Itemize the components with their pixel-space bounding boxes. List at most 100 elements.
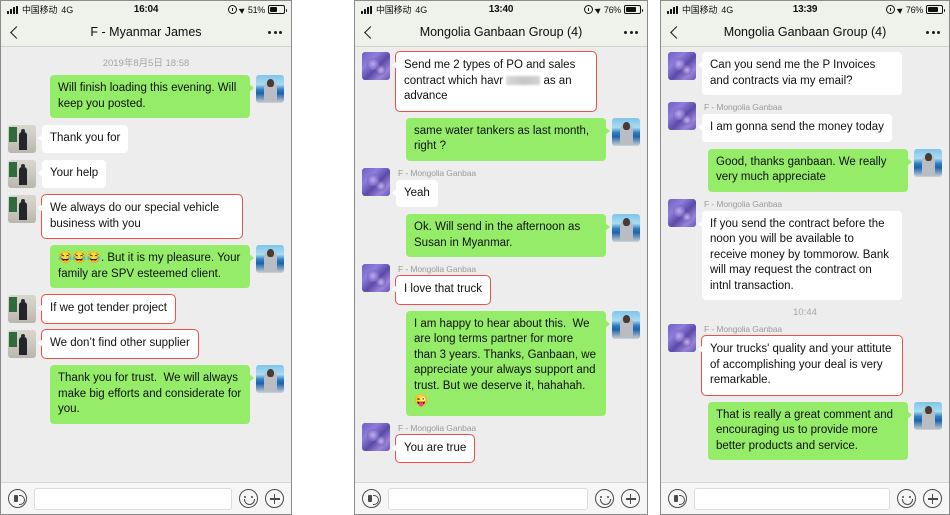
message-bubble[interactable]: I am gonna send the money today (698, 114, 892, 142)
message-input-field[interactable] (34, 487, 232, 510)
sender-name: F - Mongolia Ganbaa (398, 264, 476, 274)
dot (931, 30, 935, 34)
avatar-self (256, 75, 284, 103)
sender-name: F - Mongolia Ganbaa (704, 102, 782, 112)
bubble-wrapper: We always do our special vehicle busines… (38, 194, 243, 239)
message-row: Will finish loading this evening. Will k… (8, 75, 284, 118)
avatar-self (914, 148, 942, 177)
message-bubble[interactable]: Good, thanks ganbaan. We really very muc… (708, 148, 912, 192)
message-row: Thank you for trust. We will always make… (8, 365, 284, 424)
message-bubble[interactable]: Thank you for (37, 125, 129, 153)
bubble-wrapper: same water tankers as last month, right … (406, 117, 610, 161)
message-input-field[interactable] (694, 487, 890, 510)
message-bubble[interactable]: Your trucks' quality and your attitute o… (698, 335, 903, 396)
message-bubble[interactable]: If we got tender project (38, 294, 176, 324)
message-row: 😂😂😂. But it is my pleasure. Your family … (8, 245, 284, 288)
dot (926, 30, 929, 34)
bubble-wrapper: F - Mongolia Ganbaa If you send the contr… (698, 198, 902, 300)
bubble-wrapper: F - Mongolia Ganbaa Your trucks' quality … (698, 324, 903, 396)
dot (629, 30, 633, 34)
message-row: I am happy to hear about this. We are lo… (362, 310, 640, 416)
back-icon[interactable] (364, 25, 377, 39)
emoji-icon[interactable] (595, 489, 614, 508)
message-bubble[interactable]: 😂😂😂. But it is my pleasure. Your family … (50, 245, 254, 288)
message-bubble[interactable]: Ok. Will send in the afternoon as Susan … (406, 214, 610, 257)
date-separator: 2019年8月5日 18:58 (102, 58, 190, 69)
avatar-contact (668, 102, 696, 130)
add-attachment-icon[interactable] (923, 489, 942, 508)
more-options-icon[interactable] (926, 30, 940, 34)
back-icon[interactable] (670, 25, 683, 39)
avatar-head (21, 299, 25, 303)
avatar-contact (362, 264, 390, 292)
emoji-icon[interactable] (897, 489, 916, 508)
bubble-wrapper: F - Mongolia Ganbaa I love that truck (392, 264, 491, 305)
message-bubble[interactable]: If you send the contract before the noon… (698, 210, 902, 300)
add-attachment-icon[interactable] (621, 489, 640, 508)
back-icon[interactable] (10, 25, 23, 39)
battery-icon (624, 5, 643, 14)
message-bubble[interactable]: You are true (391, 433, 476, 463)
battery-percent-label: 51% (247, 4, 265, 15)
dot (624, 30, 627, 34)
navigation-bar: Mongolia Ganbaan Group (4) (355, 18, 647, 47)
avatar-contact (362, 167, 390, 196)
alarm-clock-icon (227, 5, 237, 14)
message-bubble[interactable]: That is really a great comment and encou… (708, 401, 912, 460)
conversation-title: Mongolia Ganbaan Group (4) (723, 25, 887, 39)
message-bubble[interactable]: Thank you for trust. We will always make… (50, 365, 254, 424)
more-options-icon[interactable] (268, 30, 282, 34)
sender-name: F - Mongolia Ganbaa (704, 324, 782, 334)
message-row: Ok. Will send in the afternoon as Susan … (362, 214, 640, 257)
voice-record-icon[interactable] (362, 489, 381, 508)
location-arrow-icon (238, 5, 247, 14)
message-row: F - Mongolia Ganbaa I am gonna send the m… (668, 102, 942, 142)
message-bubble[interactable]: Your help (37, 160, 107, 188)
message-bubble[interactable]: I am happy to hear about this. We are lo… (406, 310, 610, 416)
message-bubble[interactable]: Can you send me the P Invoices and contr… (698, 52, 902, 95)
emoji-icon[interactable] (239, 489, 258, 508)
more-options-icon[interactable] (624, 30, 638, 34)
message-bubble[interactable]: Will finish loading this evening. Will k… (50, 75, 254, 118)
avatar-self (612, 310, 640, 339)
dot (279, 30, 282, 34)
message-bubble[interactable]: I love that truck (392, 275, 491, 305)
message-bubble[interactable]: Send me 2 types of PO and sales contract… (392, 51, 597, 112)
message-list[interactable]: 2019年8月5日 18:58 Will finish loading this … (1, 47, 291, 482)
voice-record-icon[interactable] (668, 489, 687, 508)
message-row: same water tankers as last month, right … (362, 117, 640, 161)
message-input-bar (661, 482, 949, 514)
message-row: Send me 2 types of PO and sales contract… (362, 51, 640, 112)
message-row: Thank you for (8, 125, 284, 153)
sender-name: F - Mongolia Ganbaa (704, 198, 782, 209)
message-input-field[interactable] (388, 487, 588, 510)
message-bubble[interactable]: Yeah (392, 179, 438, 207)
avatar-self (256, 245, 284, 273)
bubble-wrapper: F - Mongolia Ganbaa I am gonna send the m… (698, 102, 892, 142)
avatar-head (21, 199, 25, 203)
dot (937, 30, 940, 34)
message-list[interactable]: Can you send me the P Invoices and contr… (661, 47, 949, 482)
dot (635, 30, 638, 34)
add-attachment-icon[interactable] (265, 489, 284, 508)
message-input-bar (355, 482, 647, 514)
battery-percent-label: 76% (905, 4, 923, 15)
message-bubble[interactable]: We don’t find other supplier (38, 329, 199, 359)
message-list[interactable]: Send me 2 types of PO and sales contract… (355, 47, 647, 482)
time-separator: 10:44 (793, 307, 817, 318)
bubble-wrapper: I am happy to hear about this. We are lo… (406, 310, 610, 416)
message-bubble[interactable]: We always do our special vehicle busines… (38, 194, 243, 239)
bubble-wrapper: Good, thanks ganbaan. We really very muc… (708, 148, 912, 192)
avatar-contact (8, 195, 36, 223)
avatar-self (612, 214, 640, 242)
status-bar-right: 76% (885, 4, 945, 15)
message-row: That is really a great comment and encou… (668, 401, 942, 460)
message-bubble[interactable]: same water tankers as last month, right … (406, 117, 610, 161)
battery-fill (270, 7, 277, 12)
status-bar-right: 76% (583, 5, 643, 15)
message-input-bar (1, 482, 291, 514)
message-row: Your help (8, 160, 284, 188)
voice-record-icon[interactable] (8, 489, 27, 508)
three-phone-screenshots: 中国移动 4G 16:04 51% F - Myanmar James 2019年8月5日… (0, 0, 950, 515)
bubble-wrapper: That is really a great comment and encou… (708, 401, 912, 460)
